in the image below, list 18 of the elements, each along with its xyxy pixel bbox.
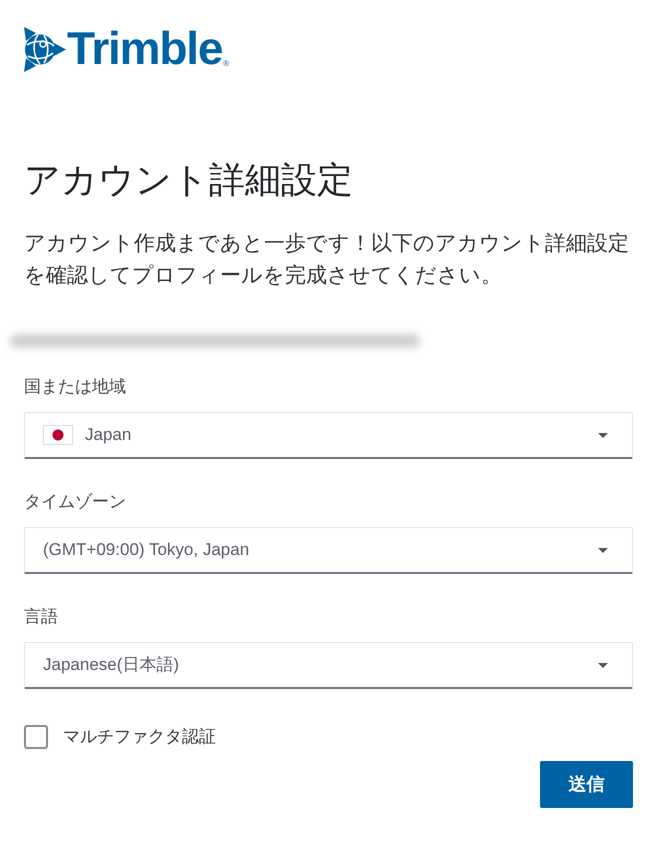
field-label: タイムゾーン (24, 491, 126, 513)
intro-text: アカウント作成まであと一歩です！以下のアカウント詳細設定を確認してプロフィールを完成させてください。 (24, 231, 630, 289)
globe-logo-icon (24, 27, 66, 72)
registered-mark: ® (223, 60, 230, 68)
brand-name: Trimble (67, 25, 222, 71)
flag-icon (43, 425, 73, 445)
caret-icon (598, 432, 608, 438)
mfa-label[interactable]: マルチファクタ認証 (63, 725, 216, 749)
mfa-checkbox[interactable] (24, 725, 48, 749)
caret-icon (598, 548, 608, 552)
dropdown-select[interactable]: (GMT+09:00) Tokyo, Japan (24, 527, 633, 574)
country-select[interactable]: Japan (24, 412, 633, 459)
submit-button[interactable]: 送信 (540, 761, 633, 808)
dropdown-select[interactable]: Japanese(日本語) (24, 642, 633, 689)
caret-icon (598, 662, 608, 668)
page-title: アカウント詳細設定 (24, 158, 354, 201)
field-label: 国または地域 (24, 376, 126, 398)
field-label: 言語 (24, 606, 58, 628)
